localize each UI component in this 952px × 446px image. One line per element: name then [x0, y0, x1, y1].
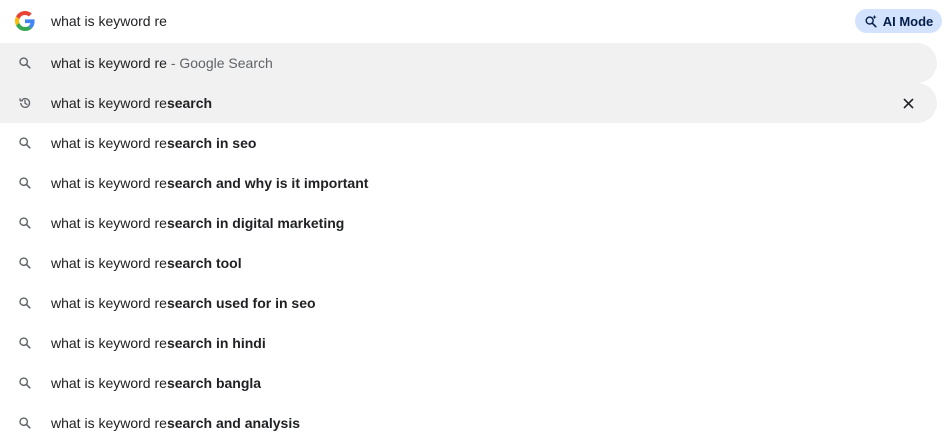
- search-icon: [18, 376, 32, 390]
- suggestion-text: what is keyword research used for in seo: [51, 295, 316, 311]
- search-suggestion[interactable]: what is keyword research in seo: [0, 123, 937, 163]
- ai-search-icon: [865, 14, 877, 28]
- suggestion-text: what is keyword research and why is it i…: [51, 175, 369, 191]
- suggestion-text: what is keyword re - Google Search: [51, 55, 273, 71]
- suggestion-list: what is keyword re - Google Search what …: [0, 43, 952, 443]
- history-icon: [18, 96, 32, 110]
- search-icon: [18, 296, 32, 310]
- search-suggestion[interactable]: what is keyword research tool: [0, 243, 937, 283]
- search-icon: [18, 336, 32, 350]
- remove-suggestion-close-icon[interactable]: [900, 95, 916, 111]
- ai-mode-button[interactable]: AI Mode: [855, 9, 942, 33]
- google-logo-icon: [15, 11, 35, 31]
- suggestion-text: what is keyword research and analysis: [51, 415, 301, 431]
- search-suggestion[interactable]: what is keyword research bangla: [0, 363, 937, 403]
- google-search-suggestion[interactable]: what is keyword re - Google Search: [0, 43, 937, 83]
- omnibox: AI Mode: [0, 0, 952, 42]
- search-suggestion[interactable]: what is keyword research used for in seo: [0, 283, 937, 323]
- search-icon: [18, 136, 32, 150]
- suggestion-text: what is keyword research bangla: [51, 375, 262, 391]
- search-icon: [18, 216, 32, 230]
- search-icon: [18, 416, 32, 430]
- suggestion-text: what is keyword research tool: [51, 255, 242, 271]
- suggestion-text: what is keyword research in seo: [51, 135, 257, 151]
- search-suggestion[interactable]: what is keyword research and analysis: [0, 403, 937, 443]
- suggestion-text: what is keyword research: [51, 95, 213, 111]
- search-suggestion[interactable]: what is keyword research and why is it i…: [0, 163, 937, 203]
- suggestion-text: what is keyword research in digital mark…: [51, 215, 345, 231]
- history-suggestion[interactable]: what is keyword research: [0, 83, 937, 123]
- search-icon: [18, 56, 32, 70]
- search-icon: [18, 256, 32, 270]
- search-suggestion[interactable]: what is keyword research in digital mark…: [0, 203, 937, 243]
- ai-mode-label: AI Mode: [882, 13, 934, 29]
- search-input[interactable]: [51, 8, 811, 34]
- search-suggestion[interactable]: what is keyword research in hindi: [0, 323, 937, 363]
- search-icon: [18, 176, 32, 190]
- suggestion-text: what is keyword research in hindi: [51, 335, 266, 351]
